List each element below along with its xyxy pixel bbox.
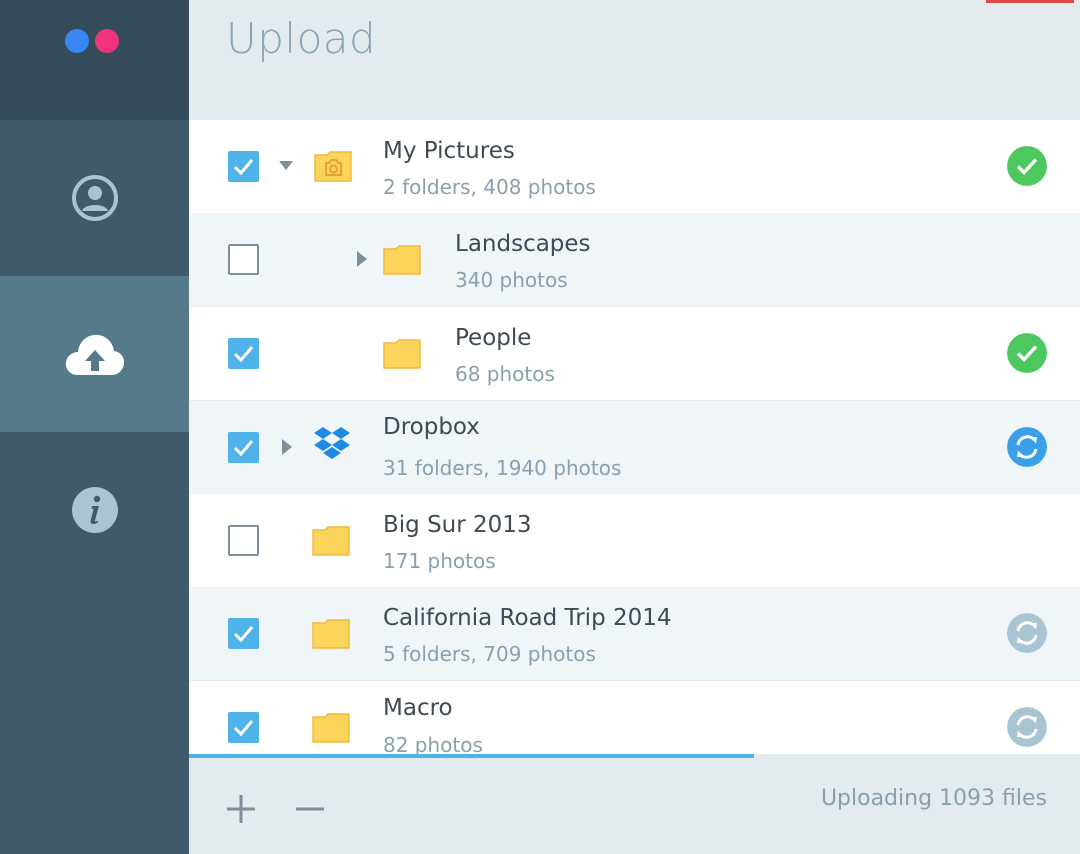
list-item[interactable]: Macro 82 photos: [189, 681, 1080, 754]
check-circle-icon: [1007, 146, 1047, 186]
check-icon: [233, 626, 254, 643]
sync-icon: [1007, 427, 1047, 467]
remove-icon[interactable]: [293, 792, 327, 826]
check-icon: [233, 720, 254, 737]
footer-bar: Uploading 1093 files: [189, 754, 1080, 854]
add-icon[interactable]: [224, 792, 258, 826]
caret-right-icon[interactable]: [281, 438, 293, 456]
caret-right-icon[interactable]: [356, 250, 368, 268]
check-icon: [233, 346, 254, 363]
cloud-upload-icon: [65, 334, 124, 375]
sidebar-item-upload[interactable]: [0, 276, 189, 432]
folder-title: Dropbox: [383, 414, 480, 440]
folder-title: Macro: [383, 695, 453, 721]
page-title: Upload: [226, 14, 377, 63]
logo: [0, 0, 189, 120]
camera-folder-icon: [314, 151, 352, 182]
window-accent-bar: [986, 0, 1074, 3]
user-icon: [71, 175, 118, 221]
folder-subtitle: 68 photos: [455, 362, 555, 386]
folder-subtitle: 340 photos: [455, 268, 568, 292]
checkbox-unchecked[interactable]: [228, 244, 259, 275]
folder-title: People: [455, 325, 532, 351]
checkbox-checked[interactable]: [228, 151, 259, 182]
sync-pending-icon: [1007, 613, 1047, 653]
caret-down-icon[interactable]: [278, 160, 294, 172]
folder-title: My Pictures: [383, 138, 515, 164]
logo-pink-dot: [95, 29, 119, 53]
folder-icon: [312, 619, 350, 649]
dropbox-icon: [314, 427, 350, 459]
checkbox-checked[interactable]: [228, 712, 259, 743]
list-item[interactable]: California Road Trip 2014 5 folders, 709…: [189, 587, 1080, 680]
folder-title: Big Sur 2013: [383, 512, 532, 538]
list-item[interactable]: People 68 photos: [189, 307, 1080, 400]
check-icon: [233, 159, 254, 176]
list-item[interactable]: Landscapes 340 photos: [189, 213, 1080, 306]
list-item[interactable]: My Pictures 2 folders, 408 photos: [189, 120, 1080, 213]
sidebar-item-info[interactable]: [0, 432, 189, 588]
logo-blue-dot: [65, 29, 89, 53]
folder-subtitle: 2 folders, 408 photos: [383, 175, 596, 199]
check-circle-icon: [1007, 333, 1047, 373]
sidebar-item-account[interactable]: [0, 120, 189, 276]
folder-subtitle: 5 folders, 709 photos: [383, 642, 596, 666]
sync-pending-icon: [1007, 707, 1047, 747]
folder-list: My Pictures 2 folders, 408 photos Landsc…: [189, 120, 1080, 754]
upload-progress-fill: [189, 754, 754, 758]
upload-progress-bar: [189, 754, 1080, 758]
folder-title: California Road Trip 2014: [383, 605, 672, 631]
upload-status-text: Uploading 1093 files: [820, 786, 1047, 811]
folder-icon: [383, 245, 421, 275]
folder-subtitle: 82 photos: [383, 733, 483, 754]
page-header: Upload: [189, 0, 1080, 120]
list-item[interactable]: Dropbox 31 folders, 1940 photos: [189, 401, 1080, 494]
folder-subtitle: 31 folders, 1940 photos: [383, 456, 622, 480]
sidebar: [0, 0, 189, 854]
checkbox-checked[interactable]: [228, 432, 259, 463]
folder-title: Landscapes: [455, 231, 591, 257]
folder-icon: [383, 339, 421, 369]
folder-icon: [312, 713, 350, 743]
checkbox-unchecked[interactable]: [228, 525, 259, 556]
info-icon: [71, 487, 118, 533]
check-icon: [233, 440, 254, 457]
folder-icon: [312, 526, 350, 556]
checkbox-checked[interactable]: [228, 618, 259, 649]
list-item[interactable]: Big Sur 2013 171 photos: [189, 494, 1080, 587]
checkbox-checked[interactable]: [228, 338, 259, 369]
folder-subtitle: 171 photos: [383, 549, 496, 573]
